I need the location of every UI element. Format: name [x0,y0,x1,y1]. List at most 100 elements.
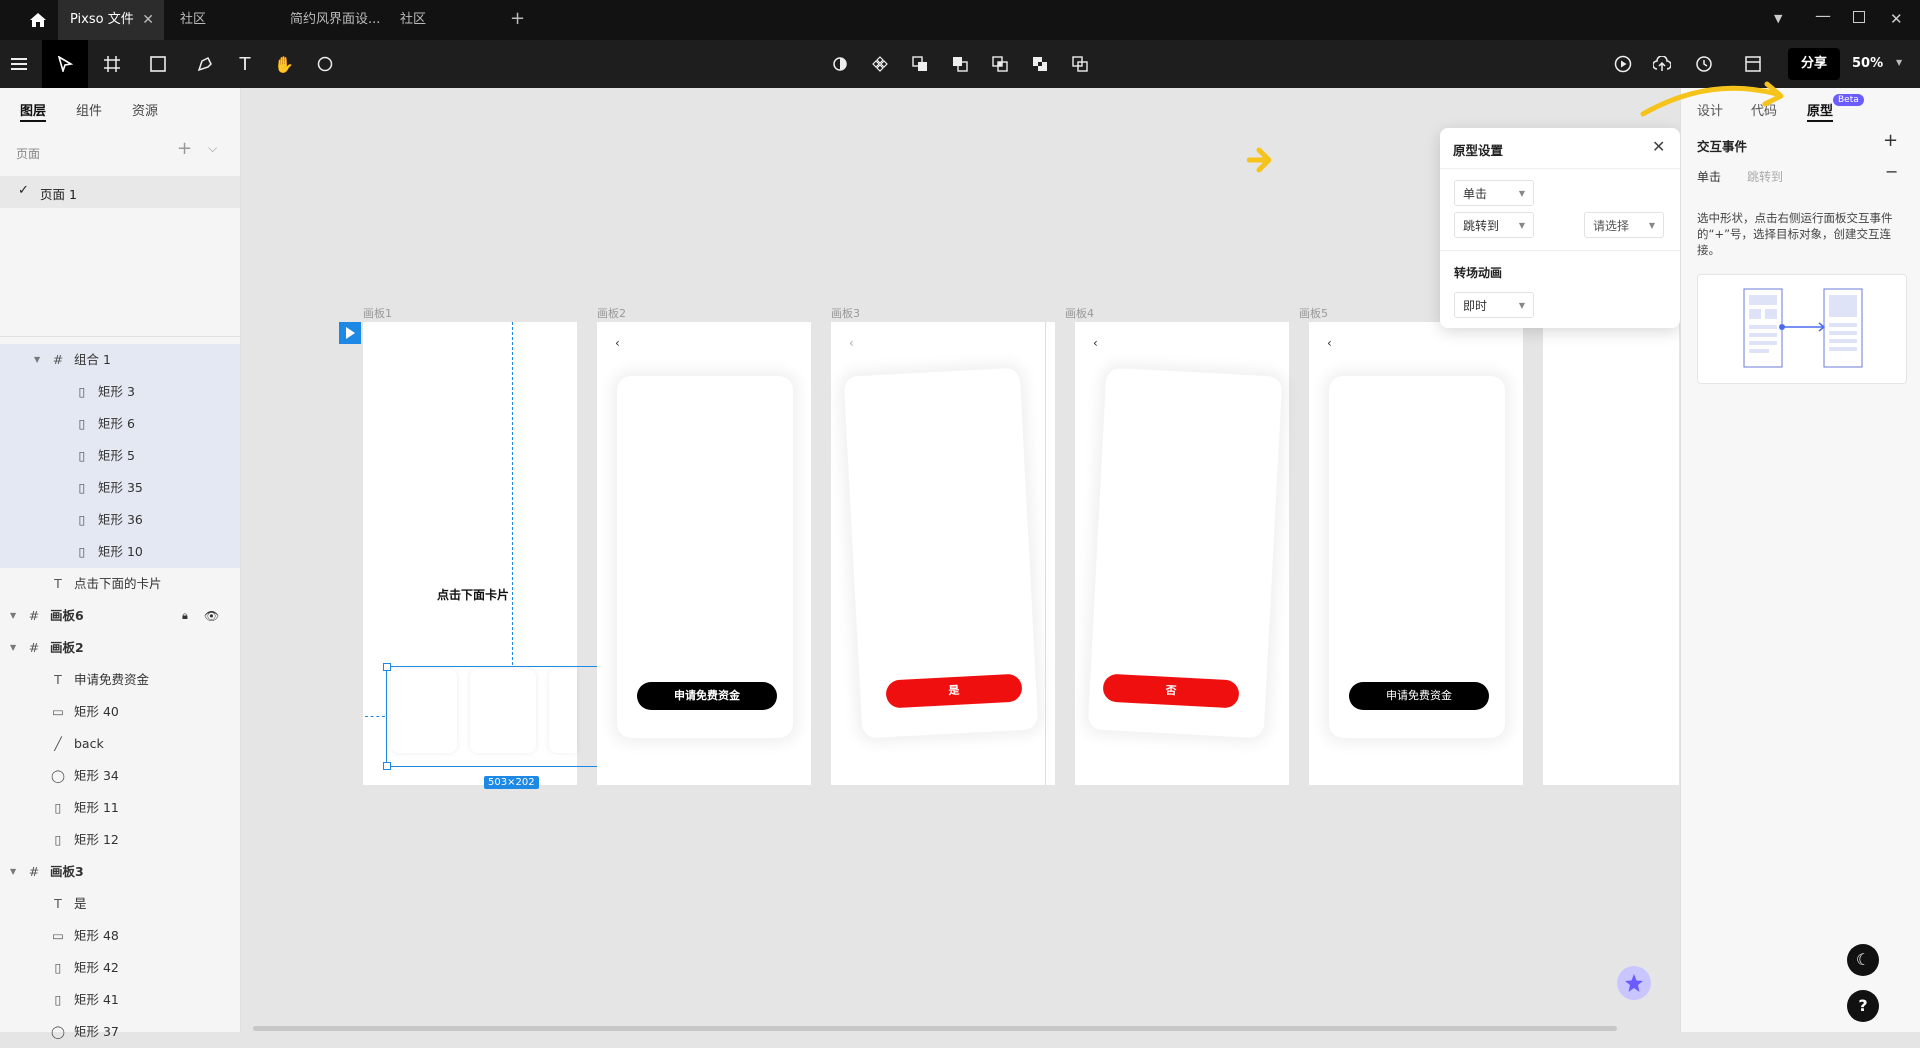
frame-tool-icon[interactable] [92,40,132,88]
page-item[interactable]: ✓ 页面 1 [0,176,240,208]
pen-tool-icon[interactable] [185,40,225,88]
frame-5[interactable]: ‹ 申请免费资金 [1309,322,1523,785]
remove-interaction-icon[interactable]: − [1885,162,1898,181]
layer-row[interactable]: T是 [0,888,240,920]
expand-caret-icon[interactable]: ▼ [10,600,16,632]
eye-icon[interactable]: 👁︎ [204,600,219,632]
rectangle-tool-icon[interactable] [138,40,178,88]
tab-components[interactable]: 组件 [76,100,102,119]
interaction-trigger[interactable]: 单击 [1697,168,1721,185]
layer-row[interactable]: ▯ 矩形 35 [0,472,240,504]
home-icon[interactable] [28,10,48,30]
expand-caret-icon[interactable]: ▼ [34,344,40,376]
add-page-icon[interactable]: + [177,138,192,159]
mask-icon[interactable] [820,40,860,88]
transition-select[interactable]: 即时 ▼ [1454,292,1534,318]
apply-button[interactable]: 申请免费资金 [637,682,777,710]
layer-row[interactable]: ▯ 矩形 36 [0,504,240,536]
layer-row[interactable]: ▭ 矩形 40 [0,696,240,728]
tab-assets[interactable]: 资源 [132,100,158,119]
frame-2[interactable]: ‹ 申请免费资金 [597,322,811,785]
layer-row[interactable]: ▯ 矩形 3 [0,376,240,408]
layer-row[interactable]: ▼ # 画板3 [0,856,240,888]
chevron-down-icon: ▼ [1648,221,1655,230]
layer-row[interactable]: ▯ 矩形 5 [0,440,240,472]
rect-icon: ▯ [78,416,86,431]
layer-row[interactable]: T 申请免费资金 [0,664,240,696]
layer-row[interactable]: ◯ 矩形 37 [0,1016,240,1048]
layer-row[interactable]: ▯ 矩形 42 [0,952,240,984]
frame-icon: # [28,608,40,623]
back-icon[interactable]: ‹ [849,336,854,350]
ai-assistant-icon[interactable] [1617,966,1651,1000]
trigger-select[interactable]: 单击 ▼ [1454,180,1534,206]
boolean-exclude-icon[interactable] [1020,40,1060,88]
zoom-level[interactable]: 50% [1852,40,1883,88]
tab-pixso-file[interactable]: Pixso 文件 ✕ [58,0,164,40]
expand-caret-icon[interactable]: ▼ [10,632,16,664]
layer-row[interactable]: ▯ 矩形 12 [0,824,240,856]
expand-caret-icon[interactable]: ▼ [10,856,16,888]
action-select[interactable]: 跳转到 ▼ [1454,212,1534,238]
target-select[interactable]: 请选择 ▼ [1584,212,1664,238]
theme-toggle-icon[interactable]: ☾ [1847,944,1879,976]
chevron-down-icon[interactable]: ▼ [1774,12,1782,25]
layer-row[interactable]: ▯ 矩形 6 [0,408,240,440]
play-icon[interactable] [1603,40,1643,88]
back-icon[interactable]: ‹ [615,336,620,350]
layer-row[interactable]: ▯ 矩形 10 [0,536,240,568]
comment-tool-icon[interactable] [305,40,345,88]
layer-label: 矩形 40 [74,704,119,719]
layer-row[interactable]: T 点击下面的卡片 [0,568,240,600]
close-tab-icon[interactable]: ✕ [142,0,154,40]
resize-handle[interactable] [383,762,391,770]
flow-start-icon[interactable] [339,322,361,344]
boolean-subtract-icon[interactable] [940,40,980,88]
lock-icon[interactable]: 🔒︎ [182,600,188,632]
back-icon[interactable]: ‹ [1093,336,1098,350]
text-tool-icon[interactable]: T [225,40,265,88]
close-window-icon[interactable]: ✕ [1890,10,1903,28]
frame-3[interactable]: ‹ 是 [831,322,1055,785]
layer-row[interactable]: ▼ # 组合 1 [0,344,240,376]
frame-6[interactable] [1543,322,1679,785]
tab-community-2[interactable]: 社区 [388,0,498,40]
menu-icon[interactable] [0,40,40,88]
flatten-icon[interactable] [1060,40,1100,88]
add-tab-button[interactable]: + [510,8,525,29]
tab-design[interactable]: 简约风界面设... [278,0,388,40]
boolean-intersect-icon[interactable] [980,40,1020,88]
layer-label: 画板2 [50,640,84,655]
layer-row[interactable]: ▼ # 画板2 [0,632,240,664]
tab-community[interactable]: 社区 [168,0,278,40]
back-icon[interactable]: ‹ [1327,336,1332,350]
layer-row[interactable]: ▭ 矩形 48 [0,920,240,952]
layer-row[interactable]: ▼ # 画板6 🔒︎ 👁︎ [0,600,240,632]
component-icon[interactable] [860,40,900,88]
add-interaction-icon[interactable]: + [1883,130,1898,151]
move-tool-icon[interactable] [42,40,88,88]
share-button[interactable]: 分享 [1788,48,1840,80]
close-icon[interactable]: ✕ [1652,137,1665,156]
chevron-down-icon[interactable]: ⌵ [208,141,217,156]
frame-label-2: 画板2 [597,307,626,320]
apply-button[interactable]: 申请免费资金 [1349,682,1489,710]
layer-label: back [74,736,104,751]
layer-row[interactable]: ▯ 矩形 11 [0,792,240,824]
hand-tool-icon[interactable]: ✋ [264,40,304,88]
active-tab-underline [1807,120,1833,122]
resize-handle[interactable] [383,663,391,671]
boolean-union-icon[interactable] [900,40,940,88]
interaction-action[interactable]: 跳转到 [1747,168,1783,185]
tab-prototype[interactable]: 原型 [1807,100,1833,119]
zoom-dropdown-icon[interactable]: ▼ [1896,58,1902,67]
frame-4[interactable]: ‹ 否 [1075,322,1289,785]
layer-row[interactable]: ▯ 矩形 41 [0,984,240,1016]
minimize-icon[interactable]: — [1815,6,1831,25]
restore-icon[interactable] [1853,11,1865,23]
help-icon[interactable]: ? [1847,990,1879,1022]
tab-layers[interactable]: 图层 [20,100,46,119]
horizontal-scrollbar[interactable] [253,1026,1617,1031]
layer-row[interactable]: ◯ 矩形 34 [0,760,240,792]
layer-row[interactable]: ╱ back [0,728,240,760]
